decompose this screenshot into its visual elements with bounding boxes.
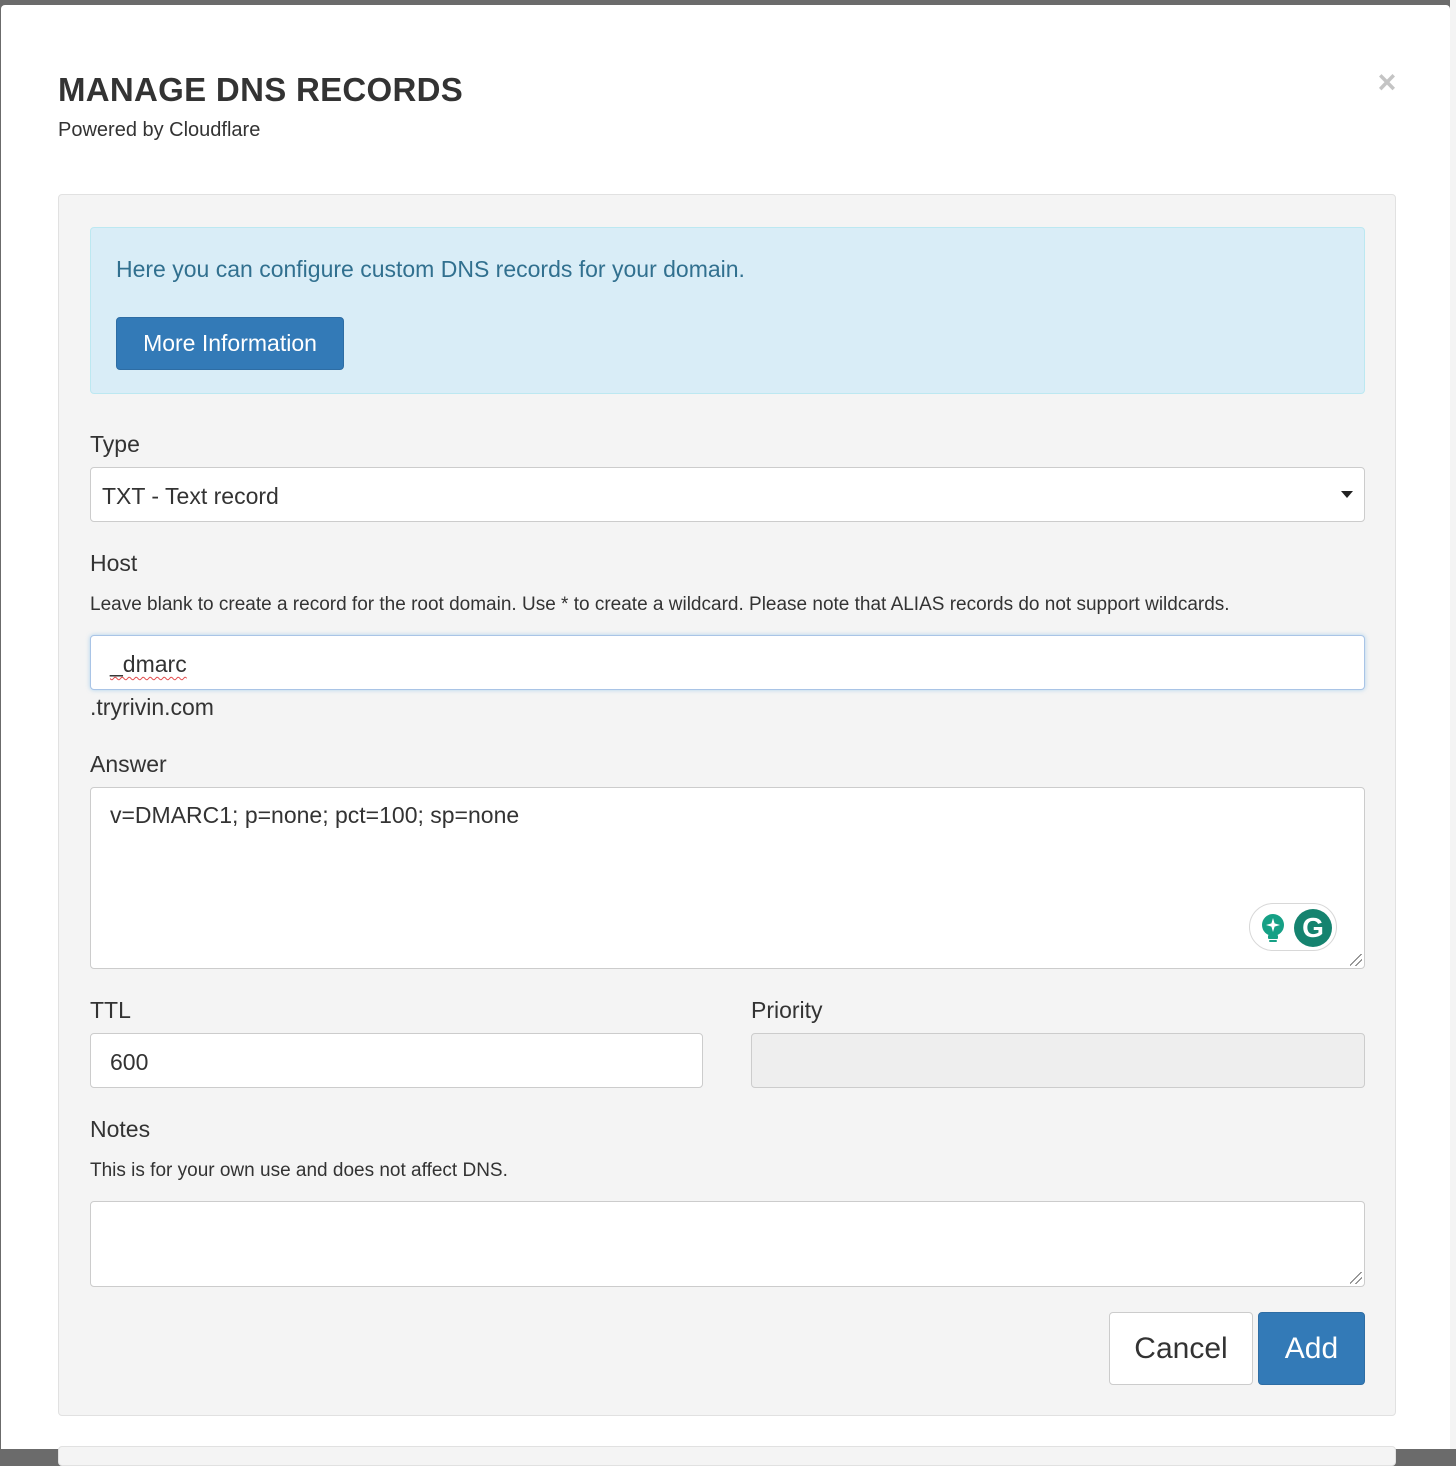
resize-handle-icon[interactable] <box>1350 1272 1362 1284</box>
chevron-down-icon <box>1341 491 1353 498</box>
type-selected-value: TXT - Text record <box>102 483 279 509</box>
form-panel: Here you can configure custom DNS record… <box>58 194 1396 1416</box>
host-input-value: _dmarc <box>110 651 187 677</box>
notes-label: Notes <box>90 1116 151 1142</box>
next-panel-edge <box>58 1446 1396 1466</box>
close-icon[interactable]: × <box>1373 65 1401 99</box>
cancel-button[interactable]: Cancel <box>1109 1312 1253 1385</box>
alert-text: Here you can configure custom DNS record… <box>116 256 745 282</box>
priority-label: Priority <box>751 997 823 1023</box>
host-domain-suffix: .tryrivin.com <box>90 694 214 720</box>
priority-input <box>751 1033 1365 1088</box>
ttl-label: TTL <box>90 997 131 1023</box>
modal-subtitle: Powered by Cloudflare <box>58 119 261 141</box>
add-button[interactable]: Add <box>1258 1312 1365 1385</box>
host-input[interactable]: _dmarc <box>90 635 1365 690</box>
notes-help-text: This is for your own use and does not af… <box>90 1160 508 1181</box>
grammarly-logo-icon[interactable]: G <box>1294 909 1332 947</box>
ttl-input[interactable]: 600 <box>90 1033 703 1088</box>
answer-label: Answer <box>90 751 167 777</box>
notes-textarea[interactable] <box>90 1201 1365 1287</box>
type-select[interactable]: TXT - Text record <box>90 467 1365 522</box>
grammarly-widget[interactable]: G <box>1249 903 1337 951</box>
type-label: Type <box>90 431 140 457</box>
ttl-input-value: 600 <box>110 1049 149 1075</box>
lightbulb-icon[interactable] <box>1260 913 1286 943</box>
modal-title: MANAGE DNS RECORDS <box>58 71 464 108</box>
info-alert: Here you can configure custom DNS record… <box>90 227 1365 394</box>
host-help-text: Leave blank to create a record for the r… <box>90 594 1230 615</box>
dns-records-modal: MANAGE DNS RECORDS Powered by Cloudflare… <box>1 5 1450 1466</box>
more-information-button[interactable]: More Information <box>116 317 344 370</box>
answer-textarea[interactable]: v=DMARC1; p=none; pct=100; sp=none G <box>90 787 1365 969</box>
host-label: Host <box>90 550 138 576</box>
resize-handle-icon[interactable] <box>1350 954 1362 966</box>
background-strip <box>1450 0 1456 1449</box>
answer-textarea-value: v=DMARC1; p=none; pct=100; sp=none <box>110 802 520 828</box>
